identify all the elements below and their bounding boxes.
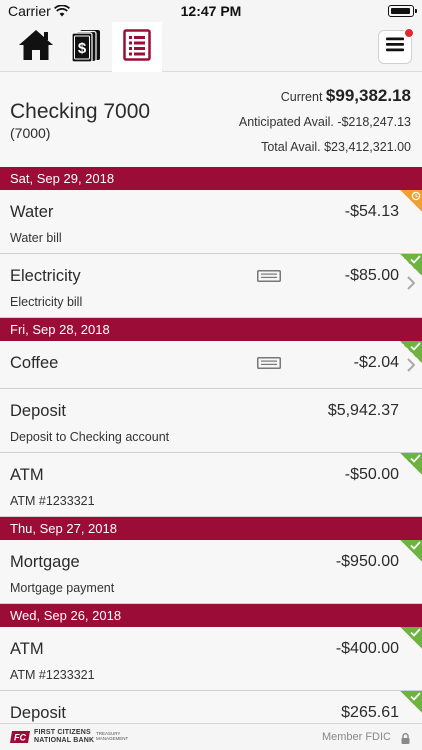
transaction-name: ATM [10,466,44,484]
account-name: Checking 7000 [10,100,151,123]
transaction-amount: -$2.04 [353,354,399,371]
current-balance-value: $99,382.18 [325,86,411,105]
bank-logo-icon: FC [10,730,32,749]
cleared-check-icon [400,691,422,713]
tab-home[interactable] [11,22,61,72]
bank-name-line2: NATIONAL BANK [34,737,95,744]
home-icon [17,28,55,67]
memo-icon [257,269,281,287]
transaction-name: ATM [10,640,44,658]
cleared-check-icon [400,254,422,276]
tm-line2: MANAGEMENT [96,736,129,741]
account-summary: Checking 7000 (7000) Current $99,382.18 … [0,72,422,167]
current-balance: Current $99,382.18 [281,86,411,106]
hamburger-menu-icon [386,37,404,57]
date-header: Fri, Sep 28, 2018 [0,318,422,341]
transaction-name: Deposit [10,402,66,420]
chevron-right-icon [407,276,416,295]
transaction-name: Coffee [10,354,59,372]
register-icon [123,28,151,66]
transaction-amount: -$85.00 [344,267,399,284]
menu-button[interactable] [378,28,414,64]
memo-icon [257,356,281,374]
transaction-name: Water [10,203,54,221]
transaction-row[interactable]: Mortgage Mortgage payment -$950.00 [0,540,422,604]
bank-name-line1: FIRST CITIZENS [34,729,91,736]
transaction-row[interactable]: ATM ATM #1233321 -$400.00 [0,627,422,691]
pending-clock-icon [400,190,422,212]
clock: 12:47 PM [180,3,242,19]
transaction-description: Electricity bill [10,295,83,309]
transaction-list: Sat, Sep 29, 2018 Water Water bill -$54.… [0,167,422,731]
cleared-check-icon [400,627,422,649]
transaction-amount: $5,942.37 [327,402,399,419]
treasury-management-label: TREASURY MANAGEMENT [96,731,128,741]
svg-text:$: $ [78,40,87,57]
status-bar: Carrier 12:47 PM [0,0,422,22]
footer: FC FIRST CITIZENS NATIONAL BANK TREASURY… [0,723,422,750]
cleared-check-icon [400,453,422,475]
date-header: Thu, Sep 27, 2018 [0,517,422,540]
transaction-amount: -$400.00 [335,640,399,657]
transaction-description: Water bill [10,231,62,245]
anticipated-balance: Anticipated Avail. -$218,247.13 [238,115,411,129]
lock-icon [401,731,410,749]
transaction-row[interactable]: Water Water bill -$54.13 [0,190,422,254]
transaction-name: Electricity [10,267,81,285]
battery-icon [388,5,417,17]
total-balance: Total Avail. $23,412,321.00 [261,140,411,154]
money-icon: $ [69,27,103,68]
date-header: Sat, Sep 29, 2018 [0,167,422,190]
transaction-amount: -$50.00 [344,466,399,483]
transaction-amount: -$54.13 [344,203,399,220]
transaction-description: Deposit to Checking account [10,430,170,444]
transaction-name: Deposit [10,704,66,722]
transaction-row[interactable]: Electricity Electricity bill -$85.00 [0,254,422,318]
account-number: (7000) [10,125,51,141]
transaction-row[interactable]: ATM ATM #1233321 -$50.00 [0,453,422,517]
transaction-amount: -$950.00 [335,553,399,570]
cleared-check-icon [400,540,422,562]
fdic-label: Member FDIC [321,731,391,743]
date-header: Wed, Sep 26, 2018 [0,604,422,627]
transaction-description: ATM #1233321 [10,494,95,508]
cleared-check-icon [400,341,422,363]
bank-name: FIRST CITIZENS NATIONAL BANK [34,729,94,745]
tab-accounts[interactable]: $ [61,22,111,72]
notification-dot [404,28,414,38]
svg-text:FC: FC [14,733,26,743]
transaction-row[interactable]: Coffee -$2.04 [0,341,422,389]
tab-register[interactable] [112,22,162,72]
transaction-description: Mortgage payment [10,581,115,595]
transaction-amount: $265.61 [341,704,399,721]
transaction-name: Mortgage [10,553,80,571]
current-balance-label: Current [280,90,323,104]
transaction-row[interactable]: Deposit Deposit to Checking account $5,9… [0,389,422,453]
transaction-description: ATM #1233321 [10,668,95,682]
nav-bar: $ [0,22,422,72]
